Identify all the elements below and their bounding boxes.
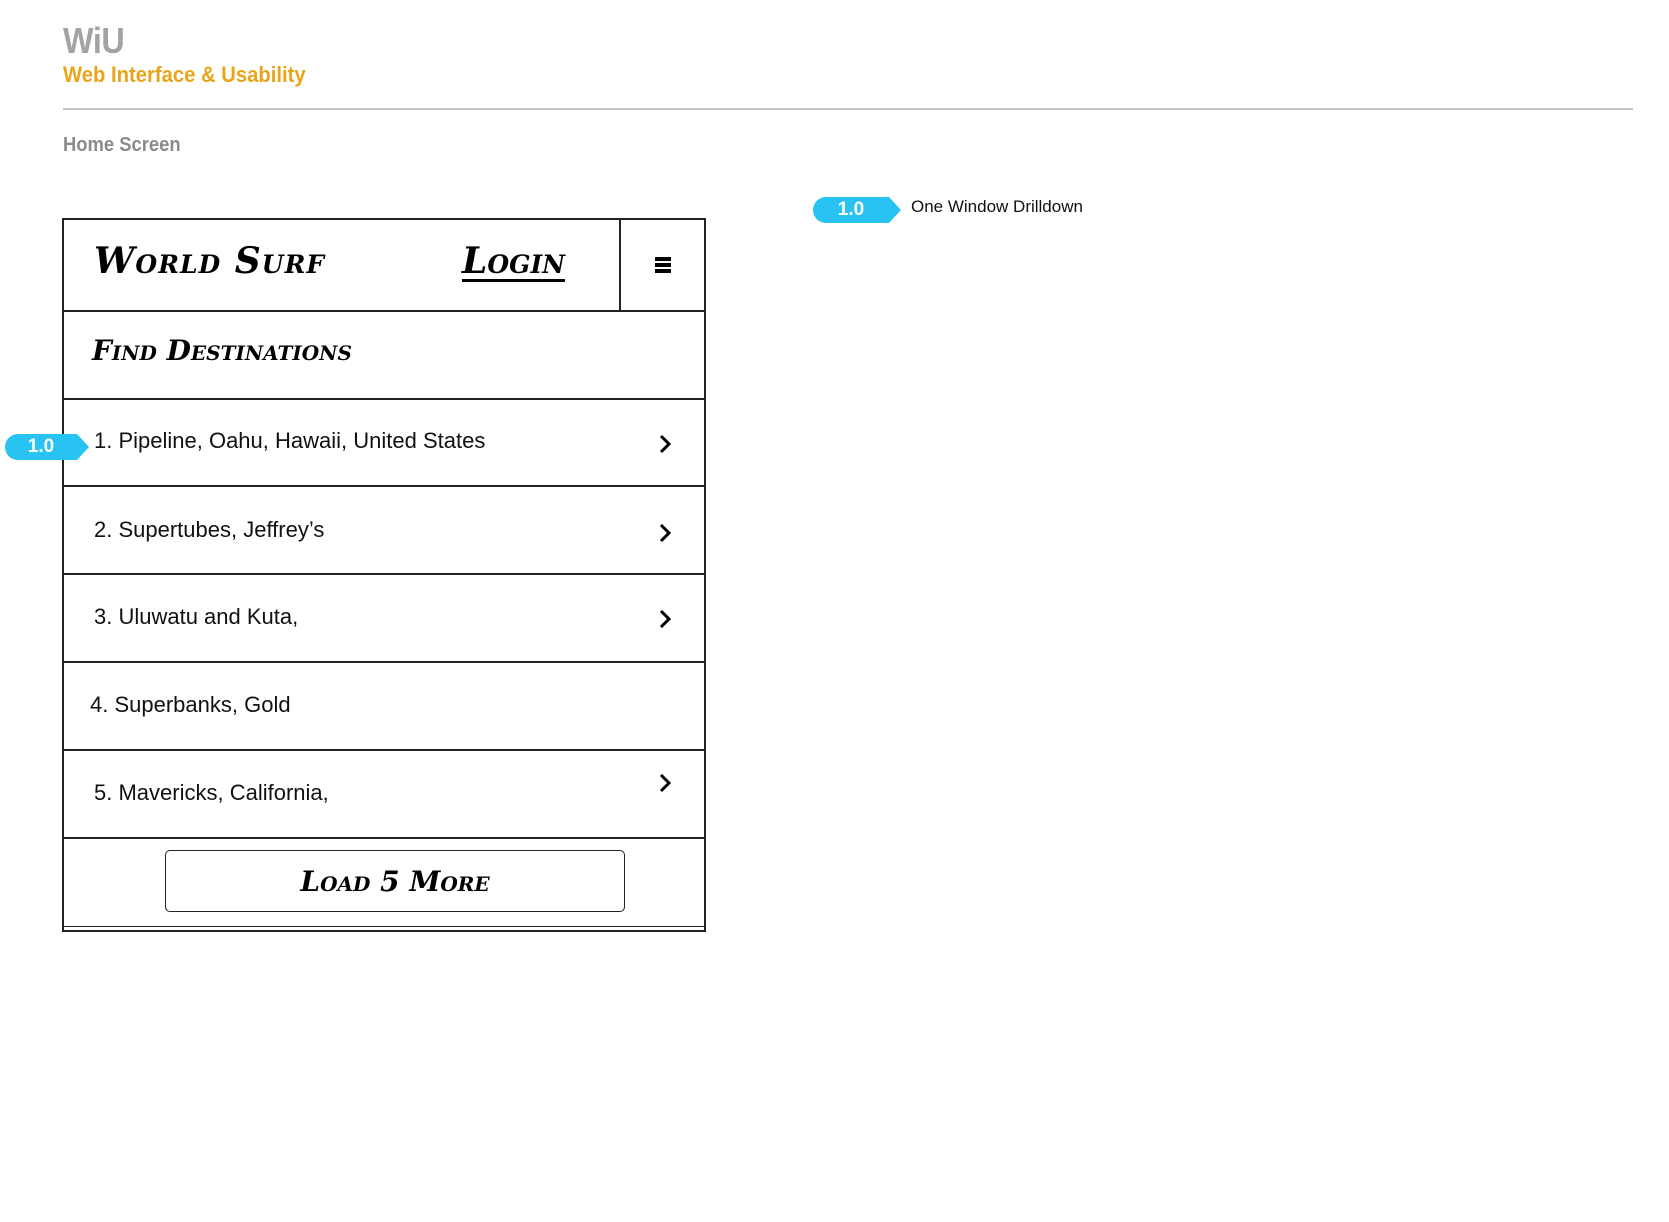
annotation-description: One Window Drilldown bbox=[911, 197, 1083, 216]
destination-label: 1. Pipeline, Oahu, Hawaii, United States bbox=[94, 428, 486, 453]
chevron-right-icon bbox=[659, 523, 672, 543]
destination-row[interactable]: 3. Uluwatu and Kuta, bbox=[64, 576, 704, 663]
app-header: World Surf Login bbox=[64, 220, 704, 312]
destination-row[interactable]: 5. Mavericks, California, bbox=[64, 752, 704, 839]
annotation-tag: 1.0 bbox=[813, 197, 901, 223]
load-more-area: Load 5 More bbox=[64, 838, 704, 930]
destination-label: 3. Uluwatu and Kuta, bbox=[94, 604, 299, 629]
menu-button[interactable] bbox=[619, 220, 704, 310]
app-logo: World Surf bbox=[94, 240, 326, 282]
page-title: Home Screen bbox=[63, 134, 181, 156]
destination-row[interactable]: 4. Superbanks, Gold bbox=[64, 664, 704, 751]
annotation-tag: 1.0 bbox=[5, 434, 89, 460]
bottom-divider bbox=[64, 926, 704, 927]
section-title: Find Destinations bbox=[92, 334, 352, 367]
chevron-right-icon bbox=[659, 434, 672, 454]
mobile-wireframe: World Surf Login Find Destinations 1. Pi… bbox=[62, 218, 706, 932]
hamburger-icon bbox=[654, 257, 671, 273]
header-divider bbox=[63, 108, 1633, 110]
destination-label: 5. Mavericks, California, bbox=[94, 780, 329, 805]
chevron-right-icon bbox=[659, 609, 672, 629]
brand-title: WiU bbox=[63, 20, 125, 61]
brand-subtitle: Web Interface & Usability bbox=[63, 62, 306, 87]
destination-row[interactable]: 1. Pipeline, Oahu, Hawaii, United States bbox=[64, 400, 704, 487]
destination-label: 4. Superbanks, Gold bbox=[90, 692, 291, 717]
destination-row[interactable]: 2. Supertubes, Jeffrey’s bbox=[64, 488, 704, 575]
chevron-right-icon bbox=[659, 773, 672, 793]
login-link[interactable]: Login bbox=[462, 240, 565, 282]
destination-label: 2. Supertubes, Jeffrey’s bbox=[94, 517, 325, 542]
section-header: Find Destinations bbox=[64, 312, 704, 400]
load-more-button[interactable]: Load 5 More bbox=[165, 850, 625, 912]
